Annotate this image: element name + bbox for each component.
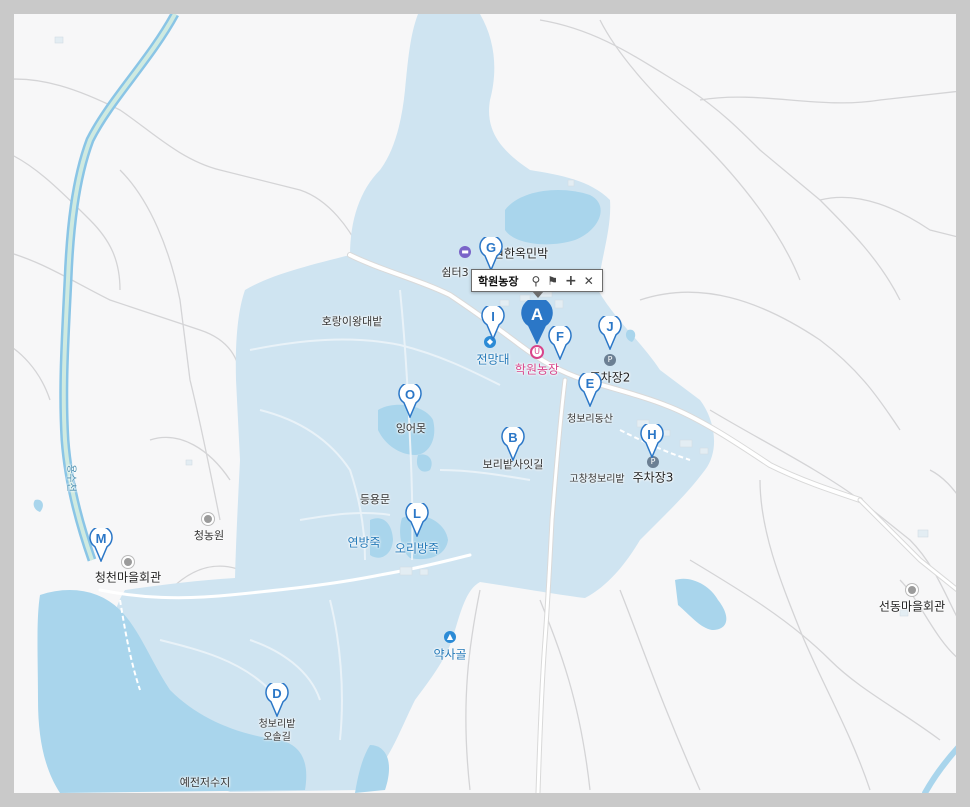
cheongcheon-hall-icon[interactable] [122, 556, 134, 568]
map-overlay: ▬ ◆ U P P ▲ 학원한옥민박 쉼터3 호랑이왕대밭 전망대 학원농장 주… [14, 14, 956, 793]
label-shelter[interactable]: 쉼터3 [441, 264, 468, 280]
route-flag-icon[interactable]: ⚑ [547, 275, 558, 287]
map-marker-j[interactable]: J [598, 316, 622, 350]
label-farm[interactable]: 학원농장 [515, 361, 559, 378]
map-marker-h[interactable]: H [640, 424, 664, 458]
zoom-plus-icon[interactable]: + [565, 274, 577, 288]
map-marker-letter: G [485, 240, 497, 255]
label-ohsol-2[interactable]: 오솔길 [263, 732, 291, 744]
map-marker-letter: I [491, 309, 495, 324]
map-marker-e[interactable]: E [578, 373, 602, 407]
farm-icon[interactable]: U [530, 345, 544, 359]
map-marker-d[interactable]: D [265, 683, 289, 717]
map-marker-l[interactable]: L [405, 503, 429, 537]
map-marker-letter: D [272, 686, 282, 701]
label-cheongcheon-hall[interactable]: 청천마을회관 [95, 569, 161, 586]
cheongnong-icon[interactable] [202, 513, 214, 525]
map-marker-o[interactable]: O [398, 384, 422, 418]
map-marker-b[interactable]: B [501, 427, 525, 461]
map-marker-letter: H [647, 427, 657, 442]
label-gochang-field[interactable]: 고창청보리밭 [569, 474, 624, 486]
label-ohsol-1[interactable]: 청보리밭 [259, 719, 296, 731]
map-marker-i[interactable]: I [481, 306, 505, 340]
yaksa-icon[interactable]: ▲ [444, 631, 456, 643]
map-marker-letter: A [530, 305, 544, 324]
label-reservoir[interactable]: 예전저수지 [180, 774, 231, 790]
map-marker-m[interactable]: M [89, 528, 113, 562]
label-parking3[interactable]: 주차장3 [633, 469, 674, 486]
close-icon[interactable]: ✕ [584, 275, 594, 287]
map-marker-letter: O [404, 387, 416, 402]
label-observatory[interactable]: 전망대 [476, 351, 509, 368]
location-icon[interactable]: ⚲ [531, 275, 540, 287]
label-duck-pond[interactable]: 오리방죽 [395, 540, 439, 557]
map-marker-letter: J [606, 319, 614, 334]
label-ingeomot[interactable]: 잉어못 [396, 420, 426, 436]
label-yaksa[interactable]: 약사골 [433, 646, 466, 663]
map-marker-f[interactable]: F [548, 326, 572, 360]
map-marker-letter: B [508, 430, 518, 445]
map-marker-letter: E [585, 376, 595, 391]
map-marker-letter: F [556, 329, 564, 344]
seondong-hall-icon[interactable] [906, 584, 918, 596]
map-marker-letter: M [95, 531, 107, 546]
label-horang[interactable]: 호랑이왕대밭 [322, 313, 383, 329]
lodging-icon[interactable]: ▬ [459, 246, 471, 258]
map-marker-letter: L [413, 506, 421, 521]
label-cheongbori-hill[interactable]: 청보리동산 [567, 414, 613, 426]
map-view[interactable]: ▬ ◆ U P P ▲ 학원한옥민박 쉼터3 호랑이왕대밭 전망대 학원농장 주… [14, 14, 956, 793]
label-lotus-pond[interactable]: 연방죽 [347, 534, 380, 551]
label-stream: 용수천 [65, 464, 76, 492]
place-popup: 학원농장 ⚲ ⚑ + ✕ [471, 269, 603, 298]
parking2-icon[interactable]: P [604, 354, 616, 366]
label-seondong-hall[interactable]: 선동마을회관 [879, 598, 945, 615]
popup-title: 학원농장 [478, 274, 519, 288]
map-marker-g[interactable]: G [479, 237, 503, 271]
label-deungyong[interactable]: 등용문 [360, 491, 390, 507]
label-cheongnong[interactable]: 청농원 [194, 527, 224, 543]
